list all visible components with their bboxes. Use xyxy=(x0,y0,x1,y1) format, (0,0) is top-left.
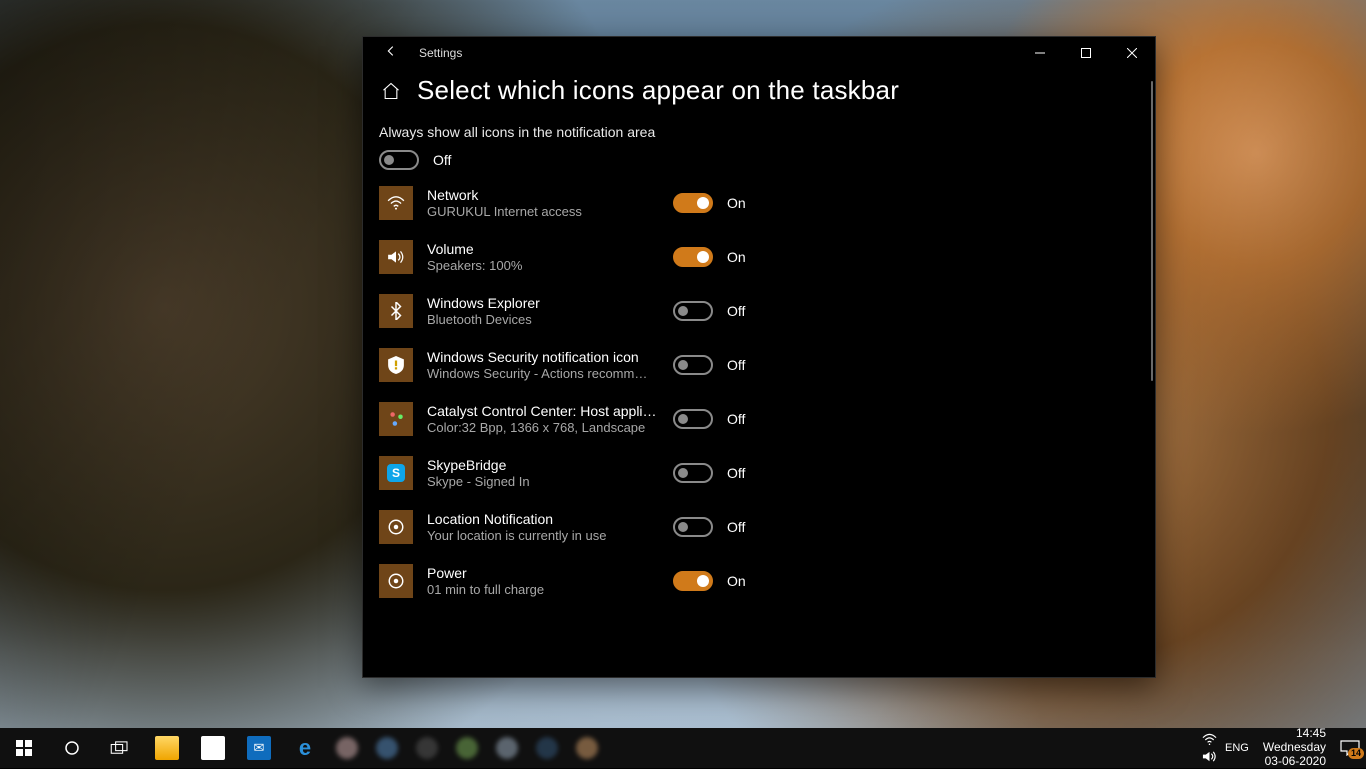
item-subtitle: Your location is currently in use xyxy=(427,528,659,543)
item-text: Windows Security notification iconWindow… xyxy=(427,349,659,381)
item-toggle-state: Off xyxy=(727,357,745,373)
item-toggle-state: Off xyxy=(727,411,745,427)
minimize-button[interactable] xyxy=(1017,37,1063,69)
icon-toggle-row: Location NotificationYour location is cu… xyxy=(379,510,1109,544)
icon-toggle-row: VolumeSpeakers: 100% On xyxy=(379,240,1109,274)
bluetooth-icon xyxy=(379,294,413,328)
item-title: Catalyst Control Center: Host applic… xyxy=(427,403,659,419)
item-title: Location Notification xyxy=(427,511,659,527)
item-subtitle: Bluetooth Devices xyxy=(427,312,659,327)
tray-language[interactable]: ENG xyxy=(1225,742,1249,754)
item-text: VolumeSpeakers: 100% xyxy=(427,241,659,273)
item-toggle-state: Off xyxy=(727,465,745,481)
item-toggle[interactable] xyxy=(673,193,713,213)
wifi-icon xyxy=(1202,732,1217,747)
shield-icon xyxy=(379,348,413,382)
master-toggle-state: Off xyxy=(433,152,451,168)
icon-toggle-row: NetworkGURUKUL Internet access On xyxy=(379,186,1109,220)
item-text: NetworkGURUKUL Internet access xyxy=(427,187,659,219)
item-subtitle: GURUKUL Internet access xyxy=(427,204,659,219)
start-button[interactable] xyxy=(0,728,48,768)
item-text: Location NotificationYour location is cu… xyxy=(427,511,659,543)
item-toggle-state: Off xyxy=(727,303,745,319)
item-toggle[interactable] xyxy=(673,409,713,429)
item-title: Windows Explorer xyxy=(427,295,659,311)
window-title: Settings xyxy=(413,46,462,60)
action-center-button[interactable]: 14 xyxy=(1340,740,1360,756)
settings-window: Settings Select which icons appear on th… xyxy=(362,36,1156,678)
item-subtitle: Color:32 Bpp, 1366 x 768, Landscape xyxy=(427,420,659,435)
tray-day: Wednesday xyxy=(1263,741,1326,755)
item-title: Power xyxy=(427,565,659,581)
master-toggle[interactable] xyxy=(379,150,419,170)
volume-icon xyxy=(1202,749,1217,764)
tray-network-volume[interactable] xyxy=(1202,732,1217,764)
item-subtitle: Windows Security - Actions recomm… xyxy=(427,366,659,381)
item-toggle[interactable] xyxy=(673,517,713,537)
pinned-apps: ✉ e xyxy=(144,728,328,768)
window-titlebar[interactable]: Settings xyxy=(363,37,1155,69)
maximize-button[interactable] xyxy=(1063,37,1109,69)
home-icon[interactable] xyxy=(381,81,401,101)
location-icon xyxy=(379,510,413,544)
skype-icon: S xyxy=(379,456,413,490)
item-text: SkypeBridgeSkype - Signed In xyxy=(427,457,659,489)
page-title: Select which icons appear on the taskbar xyxy=(417,75,899,106)
cortana-button[interactable] xyxy=(48,728,96,768)
item-toggle-state: On xyxy=(727,573,746,589)
item-toggle[interactable] xyxy=(673,247,713,267)
notification-badge: 14 xyxy=(1348,748,1364,759)
item-title: Network xyxy=(427,187,659,203)
item-subtitle: 01 min to full charge xyxy=(427,582,659,597)
icon-toggle-row: Power01 min to full charge On xyxy=(379,564,1109,598)
item-text: Catalyst Control Center: Host applic…Col… xyxy=(427,403,659,435)
running-apps-blurred xyxy=(328,737,598,759)
item-toggle-state: On xyxy=(727,249,746,265)
item-subtitle: Skype - Signed In xyxy=(427,474,659,489)
item-toggle[interactable] xyxy=(673,301,713,321)
mail-app[interactable]: ✉ xyxy=(236,728,282,768)
master-toggle-row: Off xyxy=(379,150,1109,170)
system-tray: ENG 14:45 Wednesday 03-06-2020 14 xyxy=(1202,728,1366,768)
task-view-button[interactable] xyxy=(96,728,144,768)
item-toggle[interactable] xyxy=(673,355,713,375)
power-icon xyxy=(379,564,413,598)
item-title: Windows Security notification icon xyxy=(427,349,659,365)
volume-icon xyxy=(379,240,413,274)
icon-toggle-row: S SkypeBridgeSkype - Signed In Off xyxy=(379,456,1109,490)
tray-time: 14:45 xyxy=(1263,727,1326,741)
edge-app[interactable]: e xyxy=(282,728,328,768)
icon-toggle-row: Windows Security notification iconWindow… xyxy=(379,348,1109,382)
item-text: Windows ExplorerBluetooth Devices xyxy=(427,295,659,327)
item-toggle-state: Off xyxy=(727,519,745,535)
file-explorer-app[interactable] xyxy=(144,728,190,768)
icon-toggle-row: Catalyst Control Center: Host applic…Col… xyxy=(379,402,1109,436)
back-button[interactable] xyxy=(363,37,413,69)
item-toggle-state: On xyxy=(727,195,746,211)
item-toggle[interactable] xyxy=(673,463,713,483)
microsoft-store-app[interactable] xyxy=(190,728,236,768)
icon-toggle-row: Windows ExplorerBluetooth Devices Off xyxy=(379,294,1109,328)
scrollbar[interactable] xyxy=(1151,81,1153,381)
item-text: Power01 min to full charge xyxy=(427,565,659,597)
settings-content: Select which icons appear on the taskbar… xyxy=(363,69,1155,677)
close-button[interactable] xyxy=(1109,37,1155,69)
tray-date: 03-06-2020 xyxy=(1263,755,1326,769)
item-toggle[interactable] xyxy=(673,571,713,591)
wifi-icon xyxy=(379,186,413,220)
tray-clock[interactable]: 14:45 Wednesday 03-06-2020 xyxy=(1257,727,1332,768)
item-title: Volume xyxy=(427,241,659,257)
master-toggle-label: Always show all icons in the notificatio… xyxy=(379,124,1109,140)
item-subtitle: Speakers: 100% xyxy=(427,258,659,273)
icon-toggle-list: NetworkGURUKUL Internet accessOnVolumeSp… xyxy=(379,186,1109,598)
item-title: SkypeBridge xyxy=(427,457,659,473)
taskbar: ✉ e ENG 14:45 Wednesday 03-06-2020 14 xyxy=(0,728,1366,768)
catalyst-icon xyxy=(379,402,413,436)
